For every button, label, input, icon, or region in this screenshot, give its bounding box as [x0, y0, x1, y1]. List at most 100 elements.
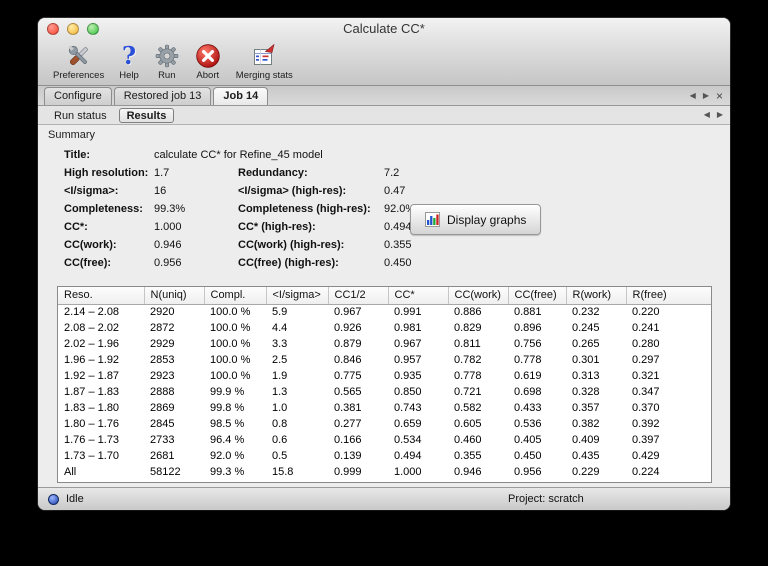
- table-cell: 0.313: [572, 370, 600, 382]
- display-graphs-button[interactable]: Display graphs: [410, 204, 542, 235]
- table-cell: 0.328: [572, 386, 600, 398]
- table-cell: 1.83 – 1.80: [64, 402, 120, 414]
- table-row[interactable]: 1.96 – 1.92 2853 100.0 % 2.5 0.846 0.957 0.782…: [58, 352, 711, 368]
- tab-close-icon[interactable]: ×: [716, 90, 723, 102]
- table-cell: 1.87 – 1.83: [64, 386, 120, 398]
- summary-key: Title:: [64, 149, 91, 161]
- column-header[interactable]: R(free): [626, 287, 711, 305]
- zoom-button[interactable]: [87, 23, 99, 35]
- close-button[interactable]: [47, 23, 59, 35]
- column-header[interactable]: Compl.: [204, 287, 267, 305]
- table-body: 2.14 – 2.08 2920 100.0 % 5.9 0.967 0.991 0.886…: [58, 304, 711, 480]
- table-cell: 0.536: [514, 418, 542, 430]
- table-row[interactable]: 1.83 – 1.80 2869 99.8 % 1.0 0.381 0.743 0.582 0…: [58, 400, 711, 416]
- summary-key: CC(work) (high-res):: [238, 239, 345, 251]
- table-cell: 1.3: [272, 386, 288, 398]
- run-label: Run: [158, 70, 176, 81]
- table-row[interactable]: 1.73 – 1.70 2681 92.0 % 0.5 0.139 0.494 0.355 0…: [58, 448, 711, 464]
- column-header[interactable]: CC*: [388, 287, 449, 305]
- table-cell: 1.76 – 1.73: [64, 434, 120, 446]
- table-cell: 0.619: [514, 370, 542, 382]
- table-cell: 5.9: [272, 306, 288, 319]
- table-cell: 0.429: [632, 450, 660, 462]
- subtab-controls: ◀ ▶: [704, 106, 723, 124]
- titlebar[interactable]: Calculate CC*: [38, 18, 730, 40]
- column-header[interactable]: CC(work): [448, 287, 509, 305]
- table-cell: 0.6: [272, 434, 288, 446]
- table-cell: 0.957: [394, 354, 422, 366]
- status-indicator-icon: [48, 493, 59, 505]
- table-cell: 0.605: [454, 418, 482, 430]
- table-cell: 2.08 – 2.02: [64, 322, 120, 334]
- table-row[interactable]: 1.87 – 1.83 2888 99.9 % 1.3 0.565 0.850 0.721 0…: [58, 384, 711, 400]
- table-cell: 100.0 %: [210, 322, 251, 334]
- table-cell: 0.778: [454, 370, 482, 382]
- table-cell: 0.879: [334, 338, 362, 350]
- preferences-button[interactable]: Preferences: [48, 41, 109, 81]
- table-cell: 2681: [150, 450, 175, 462]
- statusbar: Idle Project: scratch: [38, 487, 730, 510]
- preferences-label: Preferences: [53, 70, 105, 81]
- subtab-forward-icon[interactable]: ▶: [717, 110, 723, 120]
- tab-run-status[interactable]: Run status: [46, 108, 115, 123]
- table-cell: 98.5 %: [210, 418, 245, 430]
- table-cell: 0.935: [394, 370, 422, 382]
- merging-stats-icon: [251, 42, 277, 70]
- table-cell: 0.565: [334, 386, 362, 398]
- table-cell: 92.0 %: [210, 450, 245, 462]
- table-cell: 0.534: [394, 434, 422, 446]
- table-cell: 0.775: [334, 370, 362, 382]
- table-cell: 0.991: [394, 306, 422, 319]
- subtab-back-icon[interactable]: ◀: [704, 110, 710, 120]
- table-cell: 0.782: [454, 354, 482, 366]
- table-row[interactable]: 1.92 – 1.87 2923 100.0 % 1.9 0.775 0.935 0.778…: [58, 368, 711, 384]
- table-cell: 0.280: [632, 338, 660, 350]
- tab-configure[interactable]: Configure: [44, 87, 112, 105]
- column-header[interactable]: Reso.: [58, 287, 145, 305]
- project-label: Project: scratch: [508, 493, 584, 505]
- summary-key: CC(free) (high-res):: [238, 257, 339, 269]
- summary-key: CC* (high-res):: [238, 221, 316, 233]
- help-label: Help: [119, 70, 139, 81]
- abort-button[interactable]: Abort: [190, 41, 226, 81]
- tab-forward-icon[interactable]: ▶: [703, 91, 709, 101]
- table-cell: All: [64, 466, 77, 478]
- minimize-button[interactable]: [67, 23, 79, 35]
- help-button[interactable]: ? Help: [114, 41, 144, 82]
- summary-section-label: Summary: [48, 129, 96, 141]
- table-cell: 0.967: [394, 338, 422, 350]
- abort-label: Abort: [196, 70, 220, 81]
- table-cell: 1.80 – 1.76: [64, 418, 120, 430]
- column-header[interactable]: N(uniq): [144, 287, 205, 305]
- table-row[interactable]: 2.02 – 1.96 2929 100.0 % 3.3 0.879 0.967 0.811…: [58, 336, 711, 352]
- table-cell: 2888: [150, 386, 175, 398]
- tab-back-icon[interactable]: ◀: [690, 91, 696, 101]
- summary-key: <I/sigma> (high-res):: [238, 185, 347, 197]
- table-cell: 0.224: [632, 466, 660, 478]
- table-cell: 0.381: [334, 402, 362, 414]
- table-cell: 0.886: [454, 306, 482, 319]
- tab-restored-job-13[interactable]: Restored job 13: [113, 87, 212, 105]
- tab-results[interactable]: Results: [118, 107, 175, 123]
- table-cell: 0.756: [514, 338, 542, 350]
- table-cell: 2.14 – 2.08: [64, 306, 120, 319]
- table-cell: 0.5: [272, 450, 288, 462]
- tab-job-14[interactable]: Job 14: [213, 87, 269, 105]
- column-header[interactable]: CC(free): [508, 287, 567, 305]
- table-row[interactable]: All 58122 99.3 % 15.8 0.999 1.000 0.946 0.956 0.…: [58, 464, 711, 480]
- table-cell: 0.659: [394, 418, 422, 430]
- status-text: Idle: [66, 493, 84, 505]
- summary-value: 0.450: [384, 257, 412, 269]
- merging-stats-button[interactable]: Merging stats: [231, 41, 298, 81]
- table-row[interactable]: 2.14 – 2.08 2920 100.0 % 5.9 0.967 0.991 0.886…: [58, 304, 711, 320]
- run-button[interactable]: Run: [149, 41, 185, 81]
- results-page: Summary Title: calculate CC* for Refine_4…: [38, 125, 730, 487]
- table-row[interactable]: 1.76 – 1.73 2733 96.4 % 0.6 0.166 0.534 0.460 0…: [58, 432, 711, 448]
- column-header[interactable]: <I/sigma>: [266, 287, 329, 305]
- table-cell: 15.8: [272, 466, 294, 478]
- table-row[interactable]: 1.80 – 1.76 2845 98.5 % 0.8 0.277 0.659 0.605 0…: [58, 416, 711, 432]
- table-row[interactable]: 2.08 – 2.02 2872 100.0 % 4.4 0.926 0.981 0.829…: [58, 320, 711, 336]
- table-cell: 100.0 %: [210, 354, 251, 366]
- column-header[interactable]: R(work): [566, 287, 627, 305]
- column-header[interactable]: CC1/2: [328, 287, 389, 305]
